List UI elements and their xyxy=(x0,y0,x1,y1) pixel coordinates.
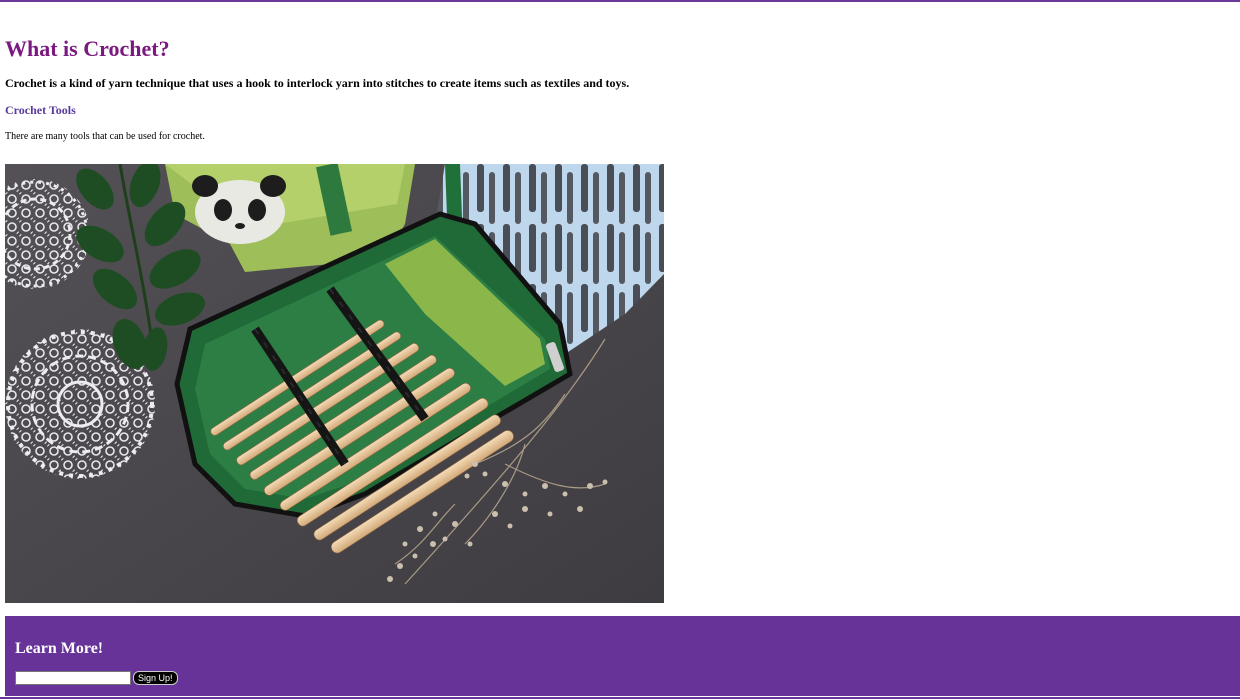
signup-button[interactable]: Sign Up! xyxy=(133,671,178,685)
top-divider xyxy=(0,0,1240,2)
crochet-tools-link[interactable]: Crochet Tools xyxy=(5,103,76,118)
crochet-tools-photo xyxy=(5,164,664,603)
footer-title: Learn More! xyxy=(15,640,104,657)
crochet-tools-image xyxy=(5,164,664,603)
tools-paragraph: There are many tools that can be used fo… xyxy=(5,131,205,142)
intro-paragraph: Crochet is a kind of yarn technique that… xyxy=(5,76,630,90)
bottom-divider xyxy=(0,697,1240,699)
page-title: What is Crochet? xyxy=(5,36,170,61)
footer-signup: Learn More! Sign Up! xyxy=(5,616,1240,696)
email-input[interactable] xyxy=(15,671,131,685)
